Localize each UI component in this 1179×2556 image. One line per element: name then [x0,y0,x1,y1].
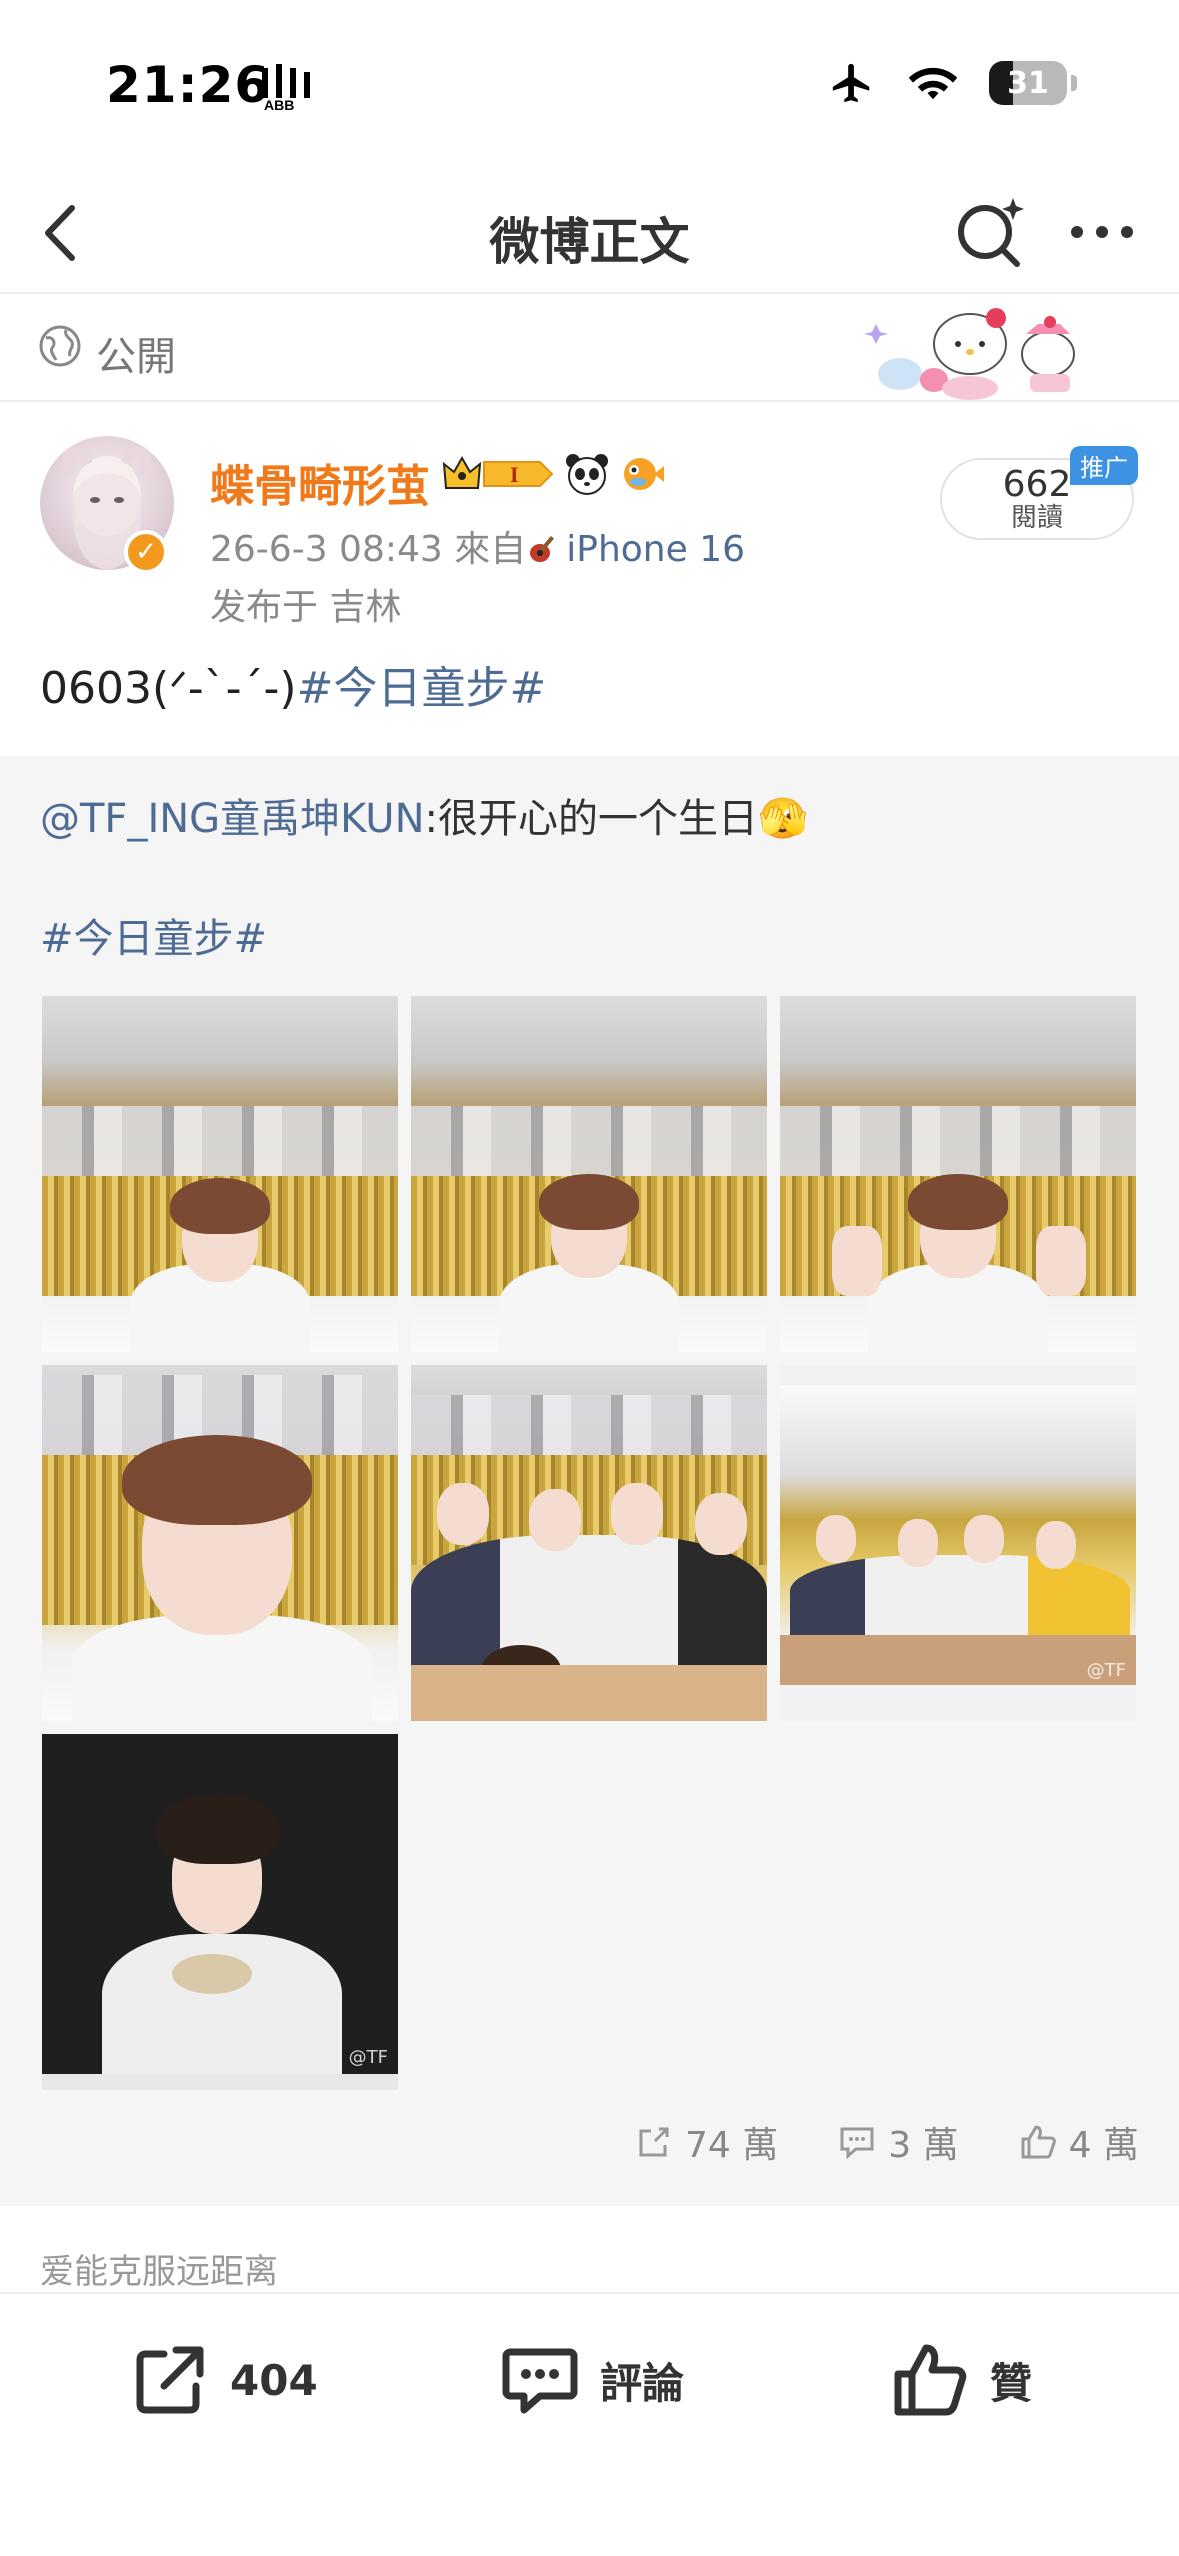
battery-tip [1071,75,1077,91]
repost-topic-link[interactable]: #今日童步# [40,906,267,964]
post-source-device[interactable]: iPhone 16 [566,529,745,570]
photo-balloons [411,1106,767,1176]
like-button[interactable]: 贊 [890,2340,1032,2420]
share-action[interactable]: 74 萬 [635,2116,778,2168]
photo-person-hair [156,1794,280,1864]
repost-button[interactable]: 404 [130,2340,318,2420]
comment-count: 3 萬 [888,2125,959,2166]
photo-person-hair [170,1178,270,1234]
photo-table [780,1635,1136,1685]
photo-person-hand [1036,1226,1086,1296]
photo-person-face [816,1515,856,1563]
like-count: 4 萬 [1068,2125,1139,2166]
repost-count: 404 [230,2355,318,2405]
more-options-icon[interactable] [1067,200,1137,264]
photo-person-face [611,1483,663,1545]
post-body: 0603(ᐟ-`-´-)#今日童步# [40,652,546,716]
like-action[interactable]: 4 萬 [1019,2116,1139,2168]
bottom-action-bar: 404 評論 贊 [0,2292,1179,2556]
photo-person-face [898,1519,938,1567]
photo-person-hair [122,1435,312,1525]
photo-group-bodies [411,1535,767,1675]
photo-table [411,1665,767,1721]
photo-balloons [780,1106,1136,1176]
guitar-icon [530,536,555,562]
photo-thumbnail[interactable] [411,1365,767,1721]
photo-person-hair [908,1174,1008,1230]
username[interactable]: 蝶骨畸形茧 [210,450,430,514]
photo-cake [172,1954,252,1994]
photo-person-face [695,1493,747,1555]
photo-person-face [1036,1521,1076,1569]
nav-bar: 微博正文 [0,170,1179,294]
comment-icon [840,2127,874,2160]
airplane-icon [832,63,870,103]
repost-text: @TF_ING童禹坤KUN:很开心的一个生日🫣 [40,786,808,844]
photo-thumbnail[interactable] [780,996,1136,1352]
post-location: 发布于 吉林 [210,587,402,628]
post-meta: 26-6-3 08:43 來自 iPhone 16 [210,520,745,572]
photo-person-face [437,1483,489,1545]
photo-person-hair [539,1174,639,1230]
post-topic-link[interactable]: #今日童步# [297,663,547,714]
comment-bubble-icon [502,2348,578,2414]
post-body-text: 0603(ᐟ-`-´-) [40,663,297,714]
wifi-icon [908,67,958,100]
photo-balloons [411,1395,767,1455]
repost-actions: 74 萬 3 萬 4 萬 [635,2116,1139,2168]
like-icon [894,2344,967,2416]
photo-person-hand [832,1226,882,1296]
globe-icon [39,325,81,367]
reads-label: 閱讀 [1010,503,1063,533]
thumbs-up-icon [1021,2125,1056,2159]
promo-tag[interactable]: 推广 [1070,446,1138,485]
share-count: 74 萬 [685,2125,779,2166]
photo-thumbnail[interactable]: @TF [780,1365,1136,1721]
post-timestamp: 26-6-3 08:43 來自 [210,529,527,570]
status-indicators: 31 [827,60,1077,106]
pufferfish-icon [624,458,664,490]
search-icon[interactable] [953,194,1029,270]
photo-watermark: @TF [348,2047,388,2068]
photo-thumbnail[interactable]: @TF [42,1734,398,2090]
battery-level: 31 [1007,65,1049,101]
photo-bottom-strip [42,2074,398,2090]
share-icon [639,2127,669,2157]
photo-thumbnail[interactable] [42,996,398,1352]
visibility-row: 公開 [0,294,1179,402]
verified-badge-icon: ✓ [124,530,168,574]
repost-mention-link[interactable]: @TF_ING童禹坤KUN [40,796,425,842]
comment-preview[interactable]: 爱能克服远距离 [40,2244,278,2293]
status-bar: 21:26 ABB 31 [0,0,1179,170]
repost-icon [136,2346,204,2414]
vip-level-text: I [510,462,519,487]
battery-indicator: 31 [989,61,1067,105]
comment-button[interactable]: 評論 [500,2340,684,2420]
panda-icon [566,454,608,495]
svg-text:ABB: ABB [264,97,294,112]
photo-watermark: @TF [1086,1660,1126,1681]
comment-label: 評論 [600,2358,685,2408]
status-time: 21:26 [106,56,271,114]
photo-group-bodies [790,1555,1130,1645]
repost-card[interactable]: @TF_ING童禹坤KUN:很开心的一个生日🫣 #今日童步# @TF @TF 7… [0,756,1179,2206]
like-label: 贊 [990,2358,1033,2408]
vip-crown-badge-icon: I [442,455,554,489]
photo-person-face [964,1515,1004,1563]
sleep-focus-icon: ABB [262,64,310,112]
photo-thumbnail[interactable] [411,996,767,1352]
photo-balloons [42,1106,398,1176]
repost-body-text: :很开心的一个生日🫣 [424,796,808,842]
hello-kitty-sticker [864,308,1075,400]
photo-thumbnail[interactable] [42,1365,398,1721]
user-badges: I [440,452,664,496]
visibility-label: 公開 [96,334,176,380]
comment-action[interactable]: 3 萬 [838,2116,959,2168]
photo-person-face [529,1489,581,1551]
